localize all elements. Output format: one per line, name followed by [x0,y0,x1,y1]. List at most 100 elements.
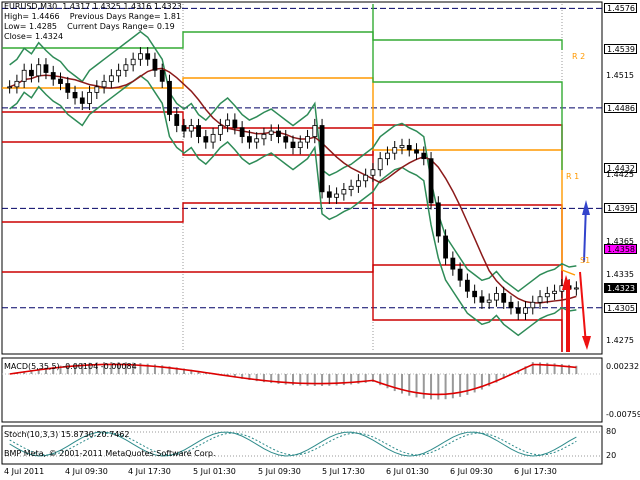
macd-axis-top: 0.00232 [606,362,640,371]
candle-body [399,145,405,149]
candle-body [406,145,412,151]
candle-body [457,268,463,281]
stoch-axis-bottom: 20 [606,451,617,460]
candle-body [268,130,274,135]
candle-body [319,125,325,193]
header-line-2: High= 1.4466 Previous Days Range= 1.81 [4,12,182,21]
price-tag: 1.4395 [604,203,637,214]
candle-body [261,133,267,140]
candle-body [203,136,209,143]
candle-body [341,189,347,195]
candle-body [72,91,78,99]
candle-body [283,136,289,143]
candle-body [225,119,231,126]
time-tick-label: 5 Jul 17:30 [322,467,365,476]
header-line-1: EURUSD,M30 1.4317 1.4325 1.4316 1.4323 [4,2,182,11]
candle-body [210,133,216,143]
candle-body [130,58,136,66]
header-line-3: Low= 1.4285 Current Days Range= 0.19 [4,22,175,31]
candle-body [50,72,56,80]
candle-body [544,293,550,298]
time-tick-label: 4 Jul 09:30 [65,467,108,476]
candle-body [443,235,448,259]
time-tick-label: 5 Jul 09:30 [258,467,301,476]
candle-body [573,287,579,290]
candle-body [464,279,470,292]
candle-body [392,147,398,154]
pivot-label-s1: S1 [580,256,591,265]
candle-body [232,119,238,129]
candle-body [494,293,499,301]
candle-body [435,202,441,237]
time-tick-label: 4 Jul 17:30 [128,467,171,476]
candle-body [239,127,245,137]
candle-body [196,125,201,137]
candle-body [14,80,20,88]
price-tag: 1.4486 [604,102,637,113]
time-tick-label: 6 Jul 09:30 [450,467,493,476]
candle-body [174,114,180,126]
stoch-label: Stoch(10,3,3) 15.8730 20.7462 [4,430,130,439]
candle-body [530,301,536,309]
candle-body [552,290,557,294]
stoch-axis-top: 80 [606,427,617,436]
candle-body [247,136,252,143]
candle-body [414,149,419,154]
time-tick-label: 6 Jul 17:30 [514,467,557,476]
time-tick-label: 4 Jul 2011 [4,467,45,476]
price-tag: 1.4576 [604,3,637,14]
candle-body [472,290,478,298]
candle-body [355,180,361,187]
candle-body [159,69,165,82]
macd-axis-bottom: -0.00759 [606,410,640,419]
chart-canvas [1,1,603,465]
candle-body [363,174,369,182]
copyright-text: BMP Meta, © 2001-2011 MetaQuotes Softwar… [4,449,216,458]
candle-body [138,53,143,60]
candle-body [87,91,92,104]
candle-body [305,136,310,143]
price-tick-label: 1.4275 [606,335,634,345]
price-tick-label: 1.4335 [606,269,634,279]
candle-body [385,152,390,160]
candle-body [290,141,296,149]
candle-body [537,296,543,303]
candle-body [479,296,485,303]
candle-body [334,193,339,198]
macd-label: MACD(5,35,5) -0.00104 -0.00084 [4,362,137,371]
price-tag: 1.4305 [604,302,637,313]
candle-body [79,97,85,104]
time-tick-label: 6 Jul 01:30 [386,467,429,476]
candle-body [181,125,187,132]
candle-body [116,69,122,77]
candle-body [43,64,49,73]
candle-body [515,307,521,314]
price-tag: 1.4539 [604,44,637,55]
price-tick-label: 1.4365 [606,236,634,246]
candle-body [276,130,281,137]
price-tag: 1.4358 [604,244,637,255]
candle-body [123,64,129,71]
main-chart-frame [1,1,603,355]
candle-body [348,185,354,191]
candle-body [326,191,332,198]
candle-body [65,83,71,93]
candle-body [58,78,63,84]
candle-body [167,80,172,115]
candle-body [29,69,34,77]
candle-body [94,86,100,93]
candle-body [450,257,456,270]
candle-body [152,58,158,71]
pivot-label-r1: R 1 [566,172,580,181]
candle-body [108,75,114,82]
candle-body [421,152,427,160]
price-tick-label: 1.4425 [606,170,634,180]
price-tick-label: 1.4515 [606,70,634,80]
candle-body [36,64,42,77]
candle-body [312,125,318,137]
candle-body [21,69,27,82]
candle-body [377,158,383,171]
candle-body [501,293,507,303]
header-line-4: Close= 1.4324 [4,32,64,41]
chart-header: EURUSD,M30 1.4317 1.4325 1.4316 1.4323 H… [4,2,182,42]
